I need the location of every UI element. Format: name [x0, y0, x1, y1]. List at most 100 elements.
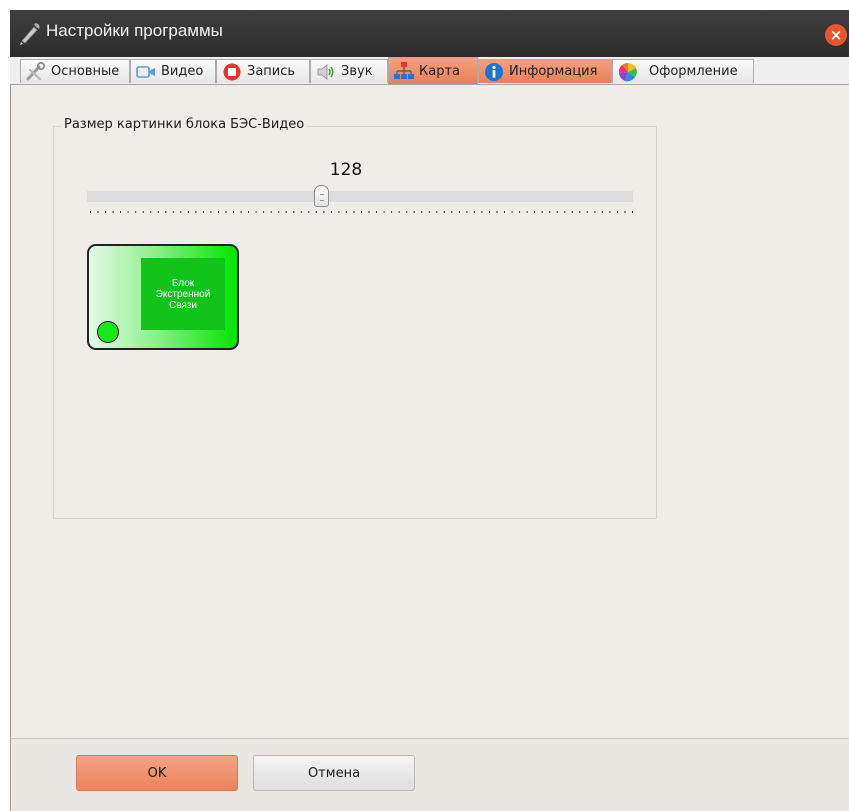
slider-tick — [338, 211, 340, 213]
slider-tick — [413, 211, 415, 213]
slider-tick — [150, 211, 152, 213]
slider-tick — [323, 211, 325, 213]
tab-label: Оформление — [649, 64, 738, 79]
slider-tick — [202, 211, 204, 213]
close-icon: × — [829, 26, 843, 44]
slider-tick — [624, 211, 626, 213]
slider-tick — [353, 211, 355, 213]
slider-tick — [632, 211, 633, 213]
size-slider-track[interactable] — [87, 191, 633, 202]
bes-block-label: Блок Экстренной Связи — [141, 258, 225, 330]
label-line: Экстренной — [155, 288, 211, 300]
tab-label: Звук — [341, 64, 373, 79]
tab-label: Видео — [161, 64, 204, 79]
slider-tick — [270, 211, 272, 213]
slider-tick — [564, 211, 566, 213]
slider-tick — [519, 211, 521, 213]
slider-value: 128 — [329, 160, 363, 180]
slider-tick — [466, 211, 468, 213]
slider-tick — [368, 211, 370, 213]
slider-tick — [549, 211, 551, 213]
slider-ticks — [90, 211, 633, 213]
slider-tick — [278, 211, 280, 213]
window-title: Настройки программы — [46, 21, 223, 40]
slider-tick — [481, 211, 483, 213]
speaker-icon — [317, 63, 334, 80]
tab-general[interactable]: Основные — [20, 59, 130, 83]
slider-tick — [225, 211, 227, 213]
close-button[interactable]: × — [825, 24, 847, 46]
slider-tick — [496, 211, 498, 213]
slider-tick — [300, 211, 302, 213]
slider-tick — [361, 211, 362, 213]
slider-tick — [616, 211, 618, 213]
slider-tick — [187, 211, 189, 213]
slider-tick — [142, 211, 144, 213]
slider-tick — [233, 211, 234, 213]
slider-tick — [436, 211, 438, 213]
slider-tick — [534, 211, 536, 213]
slider-tick — [556, 211, 558, 213]
tab-label: Запись — [247, 64, 296, 79]
slider-tick — [263, 211, 265, 213]
tab-appearance[interactable]: Оформление — [612, 59, 754, 83]
slider-tick — [489, 211, 490, 213]
slider-tick — [112, 211, 114, 213]
slider-tick — [428, 211, 430, 213]
slider-tick — [330, 211, 332, 213]
bes-video-block-preview: Блок Экстренной Связи — [87, 244, 239, 350]
slider-tick — [240, 211, 242, 213]
slider-tick — [594, 211, 596, 213]
cancel-button[interactable]: Отмена — [253, 755, 415, 791]
slider-tick — [315, 211, 317, 213]
slider-tick — [135, 211, 137, 213]
tab-content: Размер картинки блока БЭС-Видео 128 Блок… — [10, 85, 849, 738]
tools-icon — [26, 61, 46, 80]
slider-tick — [609, 211, 611, 213]
slider-tick — [248, 211, 250, 213]
slider-tick — [97, 211, 99, 213]
slider-tick — [458, 211, 460, 213]
slider-tick — [376, 211, 378, 213]
tab-sound[interactable]: Звук — [310, 59, 388, 83]
tab-video[interactable]: Видео — [130, 59, 216, 83]
tab-map[interactable]: Карта — [388, 57, 478, 84]
label-line: Связи — [168, 299, 197, 311]
tab-label: Информация — [509, 64, 598, 79]
slider-tick — [601, 211, 603, 213]
slider-tick — [165, 211, 167, 213]
ok-button[interactable]: OK — [76, 755, 238, 791]
dialog-buttons: OK Отмена — [10, 738, 849, 811]
slider-tick — [255, 211, 257, 213]
tab-record[interactable]: Запись — [216, 59, 310, 83]
tab-info[interactable]: Информация — [478, 59, 612, 83]
slider-tick — [293, 211, 295, 213]
tab-label: Основные — [51, 64, 120, 79]
slider-tick — [504, 211, 505, 213]
slider-tick — [511, 211, 513, 213]
slider-tick — [421, 211, 423, 213]
slider-tick — [157, 211, 159, 213]
slider-tick — [398, 211, 400, 213]
wrench-pen-icon — [20, 23, 40, 45]
video-camera-icon — [136, 65, 155, 78]
slider-tick — [526, 211, 528, 213]
slider-tick — [451, 211, 453, 213]
size-slider-handle[interactable] — [313, 185, 329, 207]
record-icon — [223, 63, 241, 80]
settings-window: Настройки программы × Основные Видео Зап… — [10, 10, 849, 811]
grip-icon — [319, 194, 324, 201]
slider-tick — [383, 211, 385, 213]
slider-tick — [443, 211, 445, 213]
slider-tick — [406, 211, 408, 213]
network-map-icon — [394, 62, 414, 79]
slider-tick — [180, 211, 182, 213]
tab-label: Карта — [419, 63, 460, 79]
info-icon — [485, 62, 503, 81]
title-bar[interactable]: Настройки программы × — [10, 10, 849, 57]
slider-tick — [285, 211, 287, 213]
slider-tick — [172, 211, 174, 213]
status-indicator-icon — [97, 321, 119, 343]
color-wheel-icon — [618, 62, 637, 81]
tab-bar: Основные Видео Запись Звук Карта Информа… — [10, 57, 849, 85]
